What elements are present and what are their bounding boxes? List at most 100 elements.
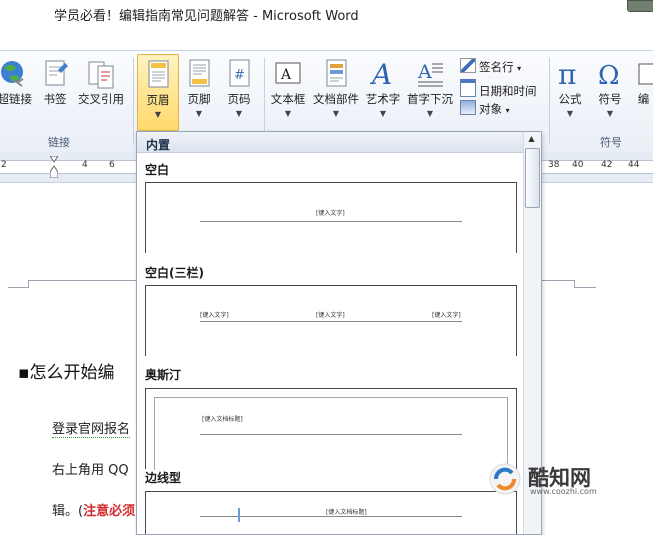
document-line-1: 登录官网报名 — [52, 418, 131, 438]
page-number-label: 页码 — [227, 92, 251, 106]
header-boundary-corner — [28, 280, 29, 288]
drop-cap-label: 首字下沉 — [407, 92, 453, 106]
drop-cap-icon: A — [417, 61, 443, 87]
gallery-item-title: 空白(三栏) — [145, 266, 204, 280]
text-box-button[interactable]: A 文本框 ▼ — [268, 54, 308, 126]
gallery-item-sideline[interactable]: [键入文档标题] — [145, 491, 517, 534]
coozhi-logo-icon — [489, 463, 521, 495]
footer-label: 页脚 — [187, 92, 211, 106]
ruler-tick: 4 — [82, 160, 88, 170]
signature-line-label: 签名行 — [479, 60, 514, 74]
drop-cap-button[interactable]: A 首字下沉 ▼ — [405, 54, 455, 126]
svg-text:A: A — [280, 67, 292, 83]
ruler-tick: 42 — [601, 160, 613, 170]
gallery-item-austin[interactable]: [键入文档标题] — [145, 388, 517, 470]
signature-line-button[interactable]: 签名行 ▾ — [460, 58, 521, 75]
object-label: 对象 — [479, 102, 502, 116]
gallery-section-title: 内置 — [146, 138, 171, 152]
placeholder-label: [键入文档标题] — [326, 509, 367, 516]
symbol-button[interactable]: Ω 符号 ▼ — [592, 54, 628, 126]
quick-parts-button[interactable]: 文档部件 ▼ — [311, 54, 361, 126]
chevron-down-icon: ▼ — [195, 109, 203, 118]
header-gallery-dropdown[interactable]: 内置 空白 [键入文字] 空白(三栏) [键入文字] [键入文字] [键入文字]… — [136, 131, 542, 535]
word-art-icon: A — [369, 58, 392, 90]
document-heading: ▪怎么开始编 — [18, 363, 115, 383]
header-boundary-line — [574, 287, 596, 288]
cross-reference-label: 交叉引用 — [78, 92, 124, 106]
date-time-label: 日期和时间 — [479, 84, 537, 98]
svg-text:π: π — [558, 58, 576, 90]
number-icon — [638, 63, 653, 85]
header-rule-line — [200, 221, 462, 222]
document-line-3-prefix: 辑。( — [52, 504, 84, 519]
window-title: 学员必看！编辑指南常见问题解答 - Microsoft Word — [54, 9, 359, 24]
indent-marker[interactable] — [49, 155, 59, 179]
scroll-up-arrow-icon[interactable]: ▲ — [525, 134, 538, 146]
number-label: 编 — [637, 92, 650, 106]
text-box-icon: A — [275, 62, 301, 84]
chevron-down-icon: ▼ — [332, 109, 340, 118]
bookmark-icon — [45, 60, 68, 86]
document-note-red: 注意必须 — [83, 504, 136, 519]
header-rule-line — [200, 321, 462, 322]
svg-text:A: A — [417, 61, 432, 83]
gallery-item-blank[interactable]: [键入文字] — [145, 182, 517, 253]
chevron-down-icon: ▼ — [426, 109, 434, 118]
text-box-label: 文本框 — [270, 92, 306, 106]
placeholder-label: [键入文字] — [432, 312, 461, 319]
title-bar: 学员必看！编辑指南常见问题解答 - Microsoft Word — [0, 0, 653, 30]
gallery-item-title: 边线型 — [145, 471, 182, 485]
cross-reference-button[interactable]: 交叉引用 — [76, 54, 126, 126]
pi-icon: π — [558, 58, 576, 90]
page-number-button[interactable]: # 页码 ▼ — [221, 54, 257, 126]
omega-icon: Ω — [598, 61, 620, 90]
hyperlink-label: 超链接 — [0, 92, 32, 106]
number-button[interactable]: 编 — [634, 54, 653, 126]
symbol-label: 符号 — [598, 92, 622, 106]
hyperlink-button[interactable]: 超链接 — [0, 54, 32, 126]
chevron-down-icon: ▼ — [284, 109, 292, 118]
bookmark-label: 书签 — [43, 92, 67, 106]
chevron-down-icon: ▼ — [379, 109, 387, 118]
footer-page-icon — [189, 59, 210, 87]
scrollbar-thumb[interactable] — [525, 148, 540, 208]
calendar-icon — [460, 79, 476, 97]
placeholder-label: [键入文字] — [200, 312, 229, 319]
ruler-tick: 44 — [628, 160, 640, 170]
watermark-url: www.coozhi.com — [530, 487, 597, 496]
header-label: 页眉 — [146, 93, 170, 107]
quick-parts-icon — [326, 59, 347, 87]
word-art-label: 艺术字 — [365, 92, 401, 106]
object-icon — [460, 100, 476, 115]
header-button[interactable]: 页眉 ▼ — [137, 54, 179, 131]
date-time-button[interactable]: 日期和时间 — [460, 79, 537, 99]
links-group-label: 链接 — [48, 136, 70, 149]
header-boundary-line — [28, 280, 138, 281]
symbols-group-label: 符号 — [600, 136, 622, 149]
ruler-tick: 38 — [548, 160, 560, 170]
chevron-down-icon: ▼ — [606, 109, 614, 118]
group-separator — [133, 58, 134, 144]
window-control-button[interactable] — [627, 0, 653, 12]
word-art-button[interactable]: A 艺术字 ▼ — [363, 54, 403, 126]
watermark: 酷知网 www.coozhi.com — [488, 460, 648, 500]
gallery-item-title: 奥斯汀 — [145, 368, 182, 382]
side-line-accent — [238, 508, 240, 522]
header-rule-line — [200, 434, 462, 435]
svg-text:A: A — [369, 58, 392, 90]
signature-pen-icon — [460, 58, 476, 73]
header-boundary-line — [540, 280, 574, 281]
equation-button[interactable]: π 公式 ▼ — [552, 54, 588, 126]
footer-button[interactable]: 页脚 ▼ — [180, 54, 218, 126]
document-line-3: 辑。(注意必须 — [52, 500, 135, 519]
ruler-tick: 6 — [109, 160, 115, 170]
gallery-item-title: 空白 — [145, 163, 170, 177]
chevron-down-icon: ▼ — [566, 109, 574, 118]
page-number-icon: # — [229, 59, 250, 87]
ruler-tick: 40 — [572, 160, 584, 170]
object-button[interactable]: 对象 ▾ — [460, 100, 510, 117]
gallery-item-blank-three-column[interactable]: [键入文字] [键入文字] [键入文字] — [145, 285, 517, 356]
svg-text:Ω: Ω — [598, 61, 620, 90]
group-separator — [549, 58, 550, 144]
bookmark-button[interactable]: 书签 — [38, 54, 72, 126]
